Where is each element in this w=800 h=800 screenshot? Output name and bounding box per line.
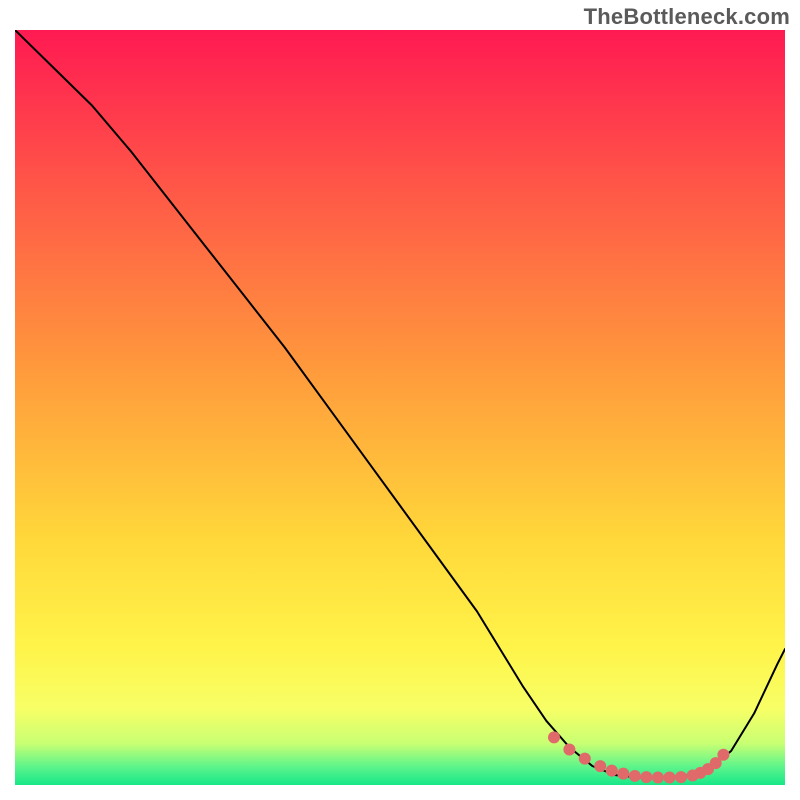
optimal-range-marker (629, 770, 641, 782)
optimal-range-marker (548, 731, 560, 743)
optimal-range-marker (640, 771, 652, 783)
plot-area (15, 30, 785, 785)
chart-svg (15, 30, 785, 785)
chart-container: TheBottleneck.com (0, 0, 800, 800)
optimal-range-marker (675, 771, 687, 783)
optimal-range-marker (717, 749, 729, 761)
optimal-range-marker (594, 760, 606, 772)
watermark-text: TheBottleneck.com (584, 4, 790, 30)
gradient-background (15, 30, 785, 785)
optimal-range-marker (563, 744, 575, 756)
optimal-range-marker (606, 765, 618, 777)
optimal-range-marker (664, 771, 676, 783)
optimal-range-marker (579, 753, 591, 765)
optimal-range-marker (652, 771, 664, 783)
optimal-range-marker (617, 768, 629, 780)
